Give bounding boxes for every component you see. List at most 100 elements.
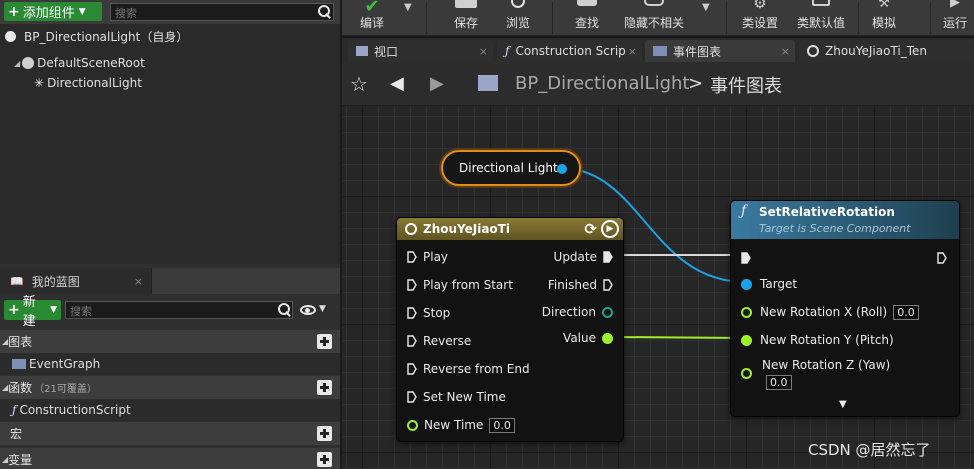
tab-timeline[interactable]: ZhouYeJiaoTi_Ten [799,40,974,62]
left-panel: + 添加组件 ▼ 搜索 BP_DirectionalLight（自身） ◢ De… [0,0,340,469]
pin-set-new-time[interactable]: Set New Time [407,389,506,405]
save-button[interactable]: 保存 [446,0,486,36]
section-variables[interactable]: ◢ 变量 [0,448,340,469]
tab-viewport[interactable]: 视口 × [348,40,493,62]
component-search-input[interactable]: 搜索 [110,3,334,21]
simulate-button[interactable]: ⚒ 模拟 [864,0,904,36]
add-macro-icon[interactable] [317,426,332,441]
pin-play-from-start[interactable]: Play from Start [407,277,513,293]
float-pin-icon[interactable] [407,419,418,431]
gear-icon: ⚙ [753,0,767,12]
timeline-node-header: ZhouYeJiaoTi ⟳ ▶ [397,218,623,240]
exec-pin-icon[interactable] [407,391,417,403]
pin-target[interactable]: Target [741,276,797,292]
tab-event-graph[interactable]: 事件图表 × [645,40,795,62]
toolbar-divider [552,2,553,34]
pin-reverse[interactable]: Reverse [407,333,471,349]
pin-play[interactable]: Play [407,249,448,265]
expand-arrow-icon[interactable]: ▼ [839,399,847,410]
chevron-down-icon[interactable]: ▼ [404,2,412,13]
breadcrumb-graph[interactable]: 事件图表 [710,72,782,98]
compile-check-icon: ✔ [364,0,380,17]
exec-pin-icon[interactable] [407,363,417,375]
expand-arrow-icon[interactable]: ◢ [14,59,20,68]
float-pin-icon[interactable] [741,334,752,346]
close-icon[interactable]: × [628,45,637,58]
clock-icon [405,223,417,235]
rotation-z-input[interactable]: 0.0 [766,375,792,390]
object-pin-icon[interactable] [741,278,752,290]
star-icon[interactable]: ☆ [350,72,368,96]
search-icon[interactable] [276,302,292,318]
exec-pin-icon[interactable] [407,251,417,263]
pin-update[interactable]: Update [554,249,613,265]
set-relative-rotation-node[interactable]: ƒ SetRelativeRotation Target is Scene Co… [730,200,960,417]
chevron-down-icon: ▼ [78,6,86,17]
exec-pin-icon[interactable] [407,335,417,347]
pin-rotation-y[interactable]: New Rotation Y (Pitch) [741,332,894,348]
pin-rotation-x[interactable]: New Rotation X (Roll) 0.0 [741,304,919,320]
compile-button[interactable]: ✔ 编译 [352,0,392,36]
section-functions[interactable]: ◢ 函数 （21可覆盖） [0,376,340,399]
pin-reverse-from-end[interactable]: Reverse from End [407,361,530,377]
run-button[interactable]: ▶ 运行 [938,0,972,36]
save-icon [455,0,477,8]
find-button[interactable]: 查找 [567,0,607,36]
pin-exec-in[interactable] [741,250,751,266]
close-icon[interactable]: × [134,275,143,288]
exec-pin-icon[interactable] [603,251,613,263]
back-arrow-icon[interactable]: ◀ [390,73,404,94]
directional-light-variable-node[interactable]: Directional Light [441,150,581,186]
pin-direction[interactable]: Direction [542,304,613,320]
tree-item-self[interactable]: BP_DirectionalLight（自身） [0,26,340,46]
hide-unrelated-button[interactable]: 隐藏不相关 [622,0,686,36]
pin-rotation-z[interactable]: New Rotation Z (Yaw) [741,358,890,379]
class-defaults-button[interactable]: 类默认值 [794,0,848,36]
actor-icon [5,30,16,42]
chevron-down-icon[interactable]: ▼ [702,2,710,13]
exec-pin-icon[interactable] [603,279,613,291]
float-pin-icon[interactable] [741,367,752,379]
add-component-button[interactable]: + 添加组件 ▼ [4,2,102,21]
add-function-icon[interactable] [317,380,332,395]
enum-pin-icon[interactable] [602,306,613,318]
browse-button[interactable]: 浏览 [498,0,538,36]
list-item-construction-script[interactable]: ƒ ConstructionScript [0,399,340,421]
new-time-input[interactable]: 0.0 [489,417,515,433]
pin-exec-out[interactable] [937,250,947,266]
pin-new-time[interactable]: New Time 0.0 [407,417,515,433]
timeline-node[interactable]: ZhouYeJiaoTi ⟳ ▶ Play Play from Start St… [396,217,624,442]
pin-stop[interactable]: Stop [407,305,450,321]
add-variable-icon[interactable] [317,452,332,467]
pin-value[interactable]: Value [563,330,613,346]
exec-pin-icon[interactable] [407,307,417,319]
forward-arrow-icon[interactable]: ▶ [430,73,444,94]
breadcrumb-blueprint[interactable]: BP_DirectionalLight [515,73,689,94]
eye-icon[interactable] [300,305,316,315]
object-pin[interactable] [557,164,567,174]
blueprint-search-input[interactable]: 搜索 [65,301,293,319]
float-pin-icon[interactable] [741,306,752,318]
exec-pin-icon[interactable] [741,252,751,264]
chevron-down-icon[interactable]: ▼ [319,304,326,314]
float-pin-icon[interactable] [602,332,613,344]
search-icon[interactable] [316,4,332,20]
new-button[interactable]: + 新建 ▼ [4,295,61,329]
tab-construction-script[interactable]: ƒ Construction Scrip × [497,40,642,62]
tree-item-default-scene-root[interactable]: ◢ DefaultSceneRoot [0,53,340,73]
event-graph-canvas[interactable]: ☆ ◀ ▶ BP_DirectionalLight > 事件图表 Directi… [342,62,974,469]
tree-item-directional-light[interactable]: ✳ DirectionalLight [0,73,340,93]
exec-pin-icon[interactable] [407,279,417,291]
rotation-x-input[interactable]: 0.0 [893,304,919,320]
pin-finished[interactable]: Finished [548,277,613,293]
section-graphs[interactable]: ◢ 图表 [0,330,340,353]
add-graph-icon[interactable] [317,334,332,349]
class-settings-button[interactable]: ⚙ 类设置 [740,0,780,36]
section-macros[interactable]: 宏 [0,422,340,445]
list-item-event-graph[interactable]: EventGraph [0,353,340,375]
blueprint-icon [478,75,498,91]
function-node-header: ƒ SetRelativeRotation Target is Scene Co… [731,201,959,239]
close-icon[interactable]: × [781,45,790,58]
close-icon[interactable]: × [479,45,488,58]
exec-pin-icon[interactable] [937,252,947,264]
